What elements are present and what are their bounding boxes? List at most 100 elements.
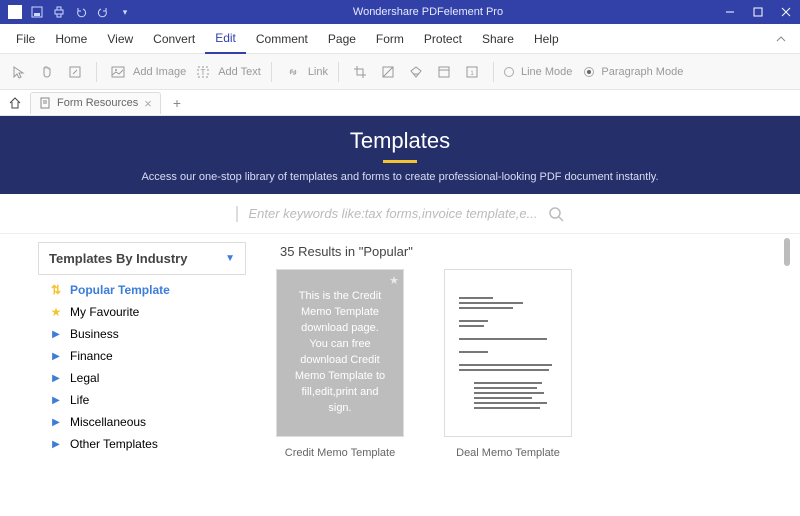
category-popular[interactable]: ⇅ Popular Template <box>38 279 246 301</box>
ribbon-separator <box>338 62 339 82</box>
menu-view[interactable]: View <box>97 24 143 54</box>
redo-icon[interactable] <box>96 5 110 19</box>
results-count: 35 <box>280 244 294 259</box>
menu-protect[interactable]: Protect <box>414 24 472 54</box>
menu-page[interactable]: Page <box>318 24 366 54</box>
hero-banner: Templates Access our one-stop library of… <box>0 116 800 194</box>
document-icon <box>39 97 51 109</box>
document-preview-lines <box>459 297 557 409</box>
scrollbar-thumb[interactable] <box>784 238 790 266</box>
menu-share[interactable]: Share <box>472 24 524 54</box>
text-icon: T <box>192 61 214 83</box>
results-heading: 35 Results in "Popular" <box>280 244 762 259</box>
search-placeholder: Enter keywords like:tax forms,invoice te… <box>248 206 537 221</box>
radio-icon <box>584 67 594 77</box>
menu-file[interactable]: File <box>6 24 45 54</box>
menu-convert[interactable]: Convert <box>143 24 205 54</box>
results-grid: ★ This is the Credit Memo Template downl… <box>276 269 762 459</box>
category-favourite[interactable]: ★ My Favourite <box>38 301 246 323</box>
home-tab-icon[interactable] <box>6 94 24 112</box>
menu-home[interactable]: Home <box>45 24 97 54</box>
category-legal[interactable]: ▶Legal <box>38 367 246 389</box>
star-icon: ★ <box>50 305 62 319</box>
crop-icon[interactable] <box>349 61 371 83</box>
category-label: My Favourite <box>70 305 139 319</box>
menubar: File Home View Convert Edit Comment Page… <box>0 24 800 54</box>
category-miscellaneous[interactable]: ▶Miscellaneous <box>38 411 246 433</box>
add-image-label: Add Image <box>133 66 186 78</box>
app-logo <box>8 5 22 19</box>
ribbon-separator <box>96 62 97 82</box>
quick-access-toolbar: ▾ <box>0 5 140 19</box>
category-label: Legal <box>70 371 99 385</box>
background-icon[interactable] <box>405 61 427 83</box>
radio-icon <box>504 67 514 77</box>
template-title: Credit Memo Template <box>276 447 404 459</box>
window-controls <box>716 0 800 24</box>
document-tabbar: Form Resources × + <box>0 90 800 116</box>
hand-tool-icon[interactable] <box>36 61 58 83</box>
link-label: Link <box>308 66 328 78</box>
bates-icon[interactable]: 1 <box>461 61 483 83</box>
add-text-button[interactable]: T Add Text <box>192 61 261 83</box>
category-other[interactable]: ▶ Other Templates <box>38 433 246 455</box>
titlebar: ▾ Wondershare PDFelement Pro <box>0 0 800 24</box>
ribbon-separator <box>493 62 494 82</box>
window-title: Wondershare PDFelement Pro <box>140 6 716 18</box>
category-label: Finance <box>70 349 113 363</box>
category-finance[interactable]: ▶Finance <box>38 345 246 367</box>
paragraph-mode-radio[interactable]: Paragraph Mode <box>584 66 683 78</box>
close-tab-icon[interactable]: × <box>144 96 152 111</box>
trending-icon: ⇅ <box>50 283 62 297</box>
results-main: 35 Results in "Popular" ★ This is the Cr… <box>276 242 762 516</box>
new-tab-button[interactable]: + <box>167 95 187 111</box>
favourite-icon[interactable]: ★ <box>389 274 399 290</box>
print-icon[interactable] <box>52 5 66 19</box>
tab-form-resources[interactable]: Form Resources × <box>30 92 161 114</box>
category-sidebar: Templates By Industry ▼ ⇅ Popular Templat… <box>38 242 246 516</box>
search-input[interactable]: Enter keywords like:tax forms,invoice te… <box>236 206 563 222</box>
svg-text:T: T <box>201 68 206 77</box>
watermark-icon[interactable] <box>377 61 399 83</box>
tab-label: Form Resources <box>57 97 138 109</box>
menu-help[interactable]: Help <box>524 24 569 54</box>
edit-tool-icon[interactable] <box>64 61 86 83</box>
sidebar-header[interactable]: Templates By Industry ▼ <box>38 242 246 275</box>
template-card[interactable]: Deal Memo Template <box>444 269 572 459</box>
header-icon[interactable] <box>433 61 455 83</box>
close-button[interactable] <box>772 0 800 24</box>
hero-underline <box>383 160 417 163</box>
undo-icon[interactable] <box>74 5 88 19</box>
arrow-right-icon: ▶ <box>50 329 62 340</box>
svg-text:1: 1 <box>470 71 474 77</box>
category-label: Popular Template <box>70 283 170 297</box>
line-mode-radio[interactable]: Line Mode <box>504 66 572 78</box>
category-life[interactable]: ▶Life <box>38 389 246 411</box>
menu-edit[interactable]: Edit <box>205 24 246 54</box>
category-label: Other Templates <box>70 437 158 451</box>
arrow-right-icon: ▶ <box>50 439 62 450</box>
category-business[interactable]: ▶Business <box>38 323 246 345</box>
results-label: Results in "Popular" <box>294 244 412 259</box>
template-card[interactable]: ★ This is the Credit Memo Template downl… <box>276 269 404 459</box>
chevron-down-icon: ▼ <box>225 253 235 264</box>
minimize-button[interactable] <box>716 0 744 24</box>
search-bar: Enter keywords like:tax forms,invoice te… <box>0 194 800 234</box>
paragraph-mode-label: Paragraph Mode <box>601 66 683 78</box>
hero-title: Templates <box>0 128 800 154</box>
add-image-button[interactable]: Add Image <box>107 61 186 83</box>
search-icon[interactable] <box>548 206 564 222</box>
select-tool-icon[interactable] <box>8 61 30 83</box>
ribbon-separator <box>271 62 272 82</box>
image-icon <box>107 61 129 83</box>
save-icon[interactable] <box>30 5 44 19</box>
link-icon <box>282 61 304 83</box>
link-button[interactable]: Link <box>282 61 328 83</box>
menu-form[interactable]: Form <box>366 24 414 54</box>
qat-dropdown-icon[interactable]: ▾ <box>118 5 132 19</box>
collapse-ribbon-icon[interactable] <box>768 34 794 44</box>
menu-comment[interactable]: Comment <box>246 24 318 54</box>
arrow-right-icon: ▶ <box>50 417 62 428</box>
maximize-button[interactable] <box>744 0 772 24</box>
category-label: Life <box>70 393 89 407</box>
